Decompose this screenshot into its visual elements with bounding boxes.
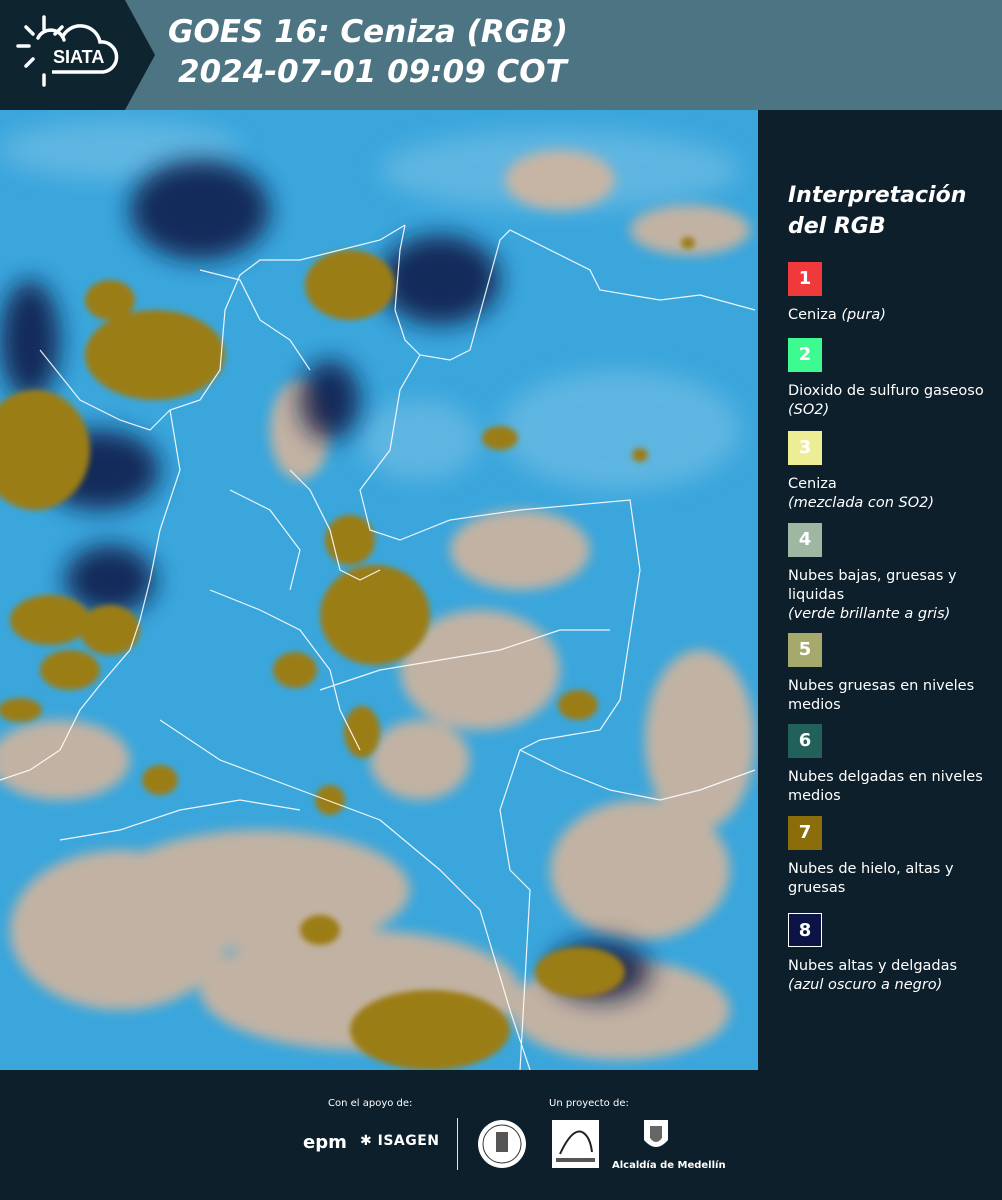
goes-ash-rgb-image[interactable]: [0, 110, 758, 1070]
title-line1: GOES 16: Ceniza (RGB): [168, 14, 568, 50]
legend-title: Interpretación del RGB: [788, 180, 988, 242]
legend-item-8: 8 Nubes altas y delgadas (azul oscuro a n…: [788, 913, 993, 995]
project-label: Un proyecto de:: [549, 1098, 629, 1109]
legend-label: Ceniza (pura): [788, 307, 886, 323]
siata-logo: SIATA: [0, 0, 155, 110]
legend-swatch: 5: [788, 633, 822, 667]
satellite-map[interactable]: [0, 110, 758, 1070]
legend-item-4: 4 Nubes bajas, gruesas y liquidas (verde …: [788, 523, 993, 624]
isagen-logo: ✱ ISAGEN: [360, 1133, 440, 1149]
legend-item-2: 2 Dioxido de sulfuro gaseoso (SO2): [788, 338, 993, 420]
footer-divider: [457, 1118, 458, 1170]
legend-swatch: 1: [788, 262, 822, 296]
support-label: Con el apoyo de:: [328, 1098, 413, 1109]
legend-title-line1: Interpretación: [788, 183, 967, 208]
legend-swatch: 6: [788, 724, 822, 758]
legend-label: Ceniza (mezclada con SO2): [788, 476, 935, 511]
epm-logo: epm: [303, 1132, 347, 1153]
legend-title-line2: del RGB: [788, 214, 886, 239]
legend-label: Dioxido de sulfuro gaseoso (SO2): [788, 383, 984, 418]
legend-swatch: 8: [788, 913, 822, 947]
legend-label: Nubes delgadas en niveles medios: [788, 769, 983, 804]
legend-item-7: 7 Nubes de hielo, altas y gruesas: [788, 816, 993, 898]
legend-label: Nubes altas y delgadas (azul oscuro a neg…: [788, 958, 958, 993]
legend-label: Nubes de hielo, altas y gruesas: [788, 861, 954, 896]
legend-panel: Interpretación del RGB 1 Ceniza (pura) 2…: [758, 110, 1002, 1070]
siata-logo-block: SIATA: [0, 0, 155, 110]
legend-swatch: 3: [788, 431, 822, 465]
legend-item-6: 6 Nubes delgadas en niveles medios: [788, 724, 993, 806]
area-metropolitana-logo: [552, 1120, 599, 1168]
alcaldia-medellin-text: Alcaldía de Medellín: [612, 1160, 726, 1171]
siata-logo-text: SIATA: [53, 47, 104, 67]
gobernacion-seal-icon: [478, 1120, 526, 1168]
legend-item-3: 3 Ceniza (mezclada con SO2): [788, 431, 993, 513]
footer: Con el apoyo de: Un proyecto de: epm ✱ I…: [0, 1070, 1002, 1200]
legend-item-5: 5 Nubes gruesas en niveles medios: [788, 633, 993, 715]
header: SIATA GOES 16: Ceniza (RGB) 2024-07-01 0…: [0, 0, 1002, 110]
legend-label: Nubes bajas, gruesas y liquidas (verde br…: [788, 568, 957, 622]
title-timestamp: 2024-07-01 09:09 COT: [178, 54, 567, 90]
legend-label: Nubes gruesas en niveles medios: [788, 678, 975, 713]
legend-swatch: 2: [788, 338, 822, 372]
alcaldia-medellin-shield-icon: [644, 1120, 668, 1147]
legend-swatch: 7: [788, 816, 822, 850]
legend-item-1: 1 Ceniza (pura): [788, 262, 993, 325]
legend-swatch: 4: [788, 523, 822, 557]
